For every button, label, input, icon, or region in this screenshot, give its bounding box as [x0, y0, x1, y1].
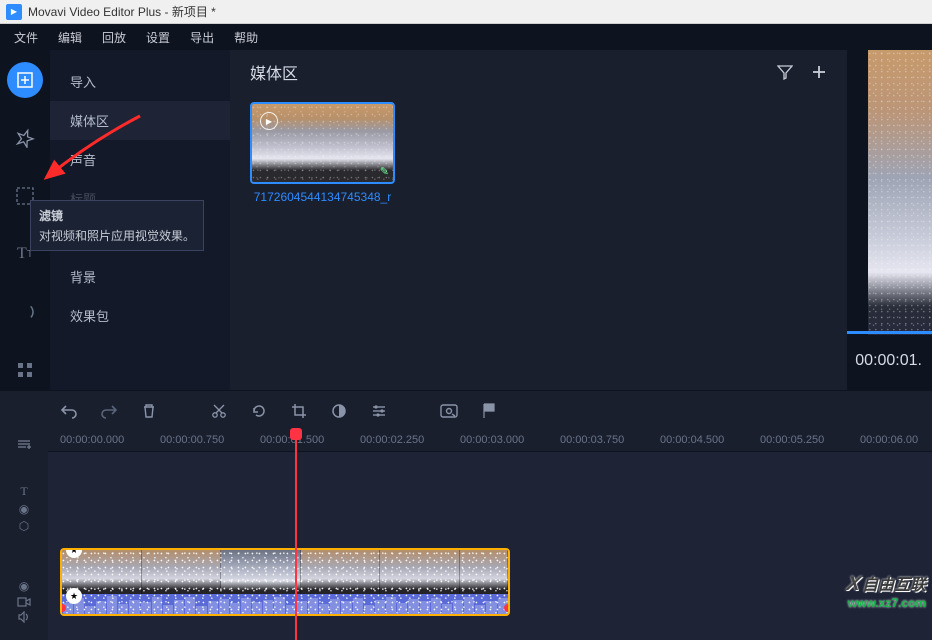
media-zone: 媒体区 ▶ ✎ 7172604544134745348_r: [230, 50, 847, 390]
sidebar-item-audio[interactable]: 声音: [50, 140, 230, 179]
ruler-tick: 00:00:00.000: [60, 434, 124, 446]
crop-button[interactable]: [282, 394, 316, 428]
video-track-icon[interactable]: [17, 596, 31, 608]
ruler-tick: 00:00:03.750: [560, 434, 624, 446]
media-thumbnail[interactable]: ▶ ✎ 7172604544134745348_r: [250, 102, 395, 204]
link-icon[interactable]: ⬡: [19, 519, 29, 533]
tooltip-filters: 滤镜 对视频和照片应用视觉效果。: [30, 200, 204, 251]
sidebar-item-import[interactable]: 导入: [50, 62, 230, 101]
preview-progress[interactable]: [847, 331, 932, 334]
text-track-icon[interactable]: T: [20, 484, 27, 499]
timeline-gutter: T ◉ ⬡ ◉: [0, 430, 48, 640]
ruler-tick: 00:00:05.250: [760, 434, 824, 446]
marker-button[interactable]: [472, 394, 506, 428]
timeline-ruler[interactable]: 00:00:00.000 00:00:00.750 00:00:01.500 0…: [48, 430, 932, 452]
add-track-icon[interactable]: [16, 438, 32, 450]
rail-filters-button[interactable]: [7, 120, 43, 156]
menu-playback[interactable]: 回放: [92, 25, 136, 50]
video-clip[interactable]: ★ ★: [60, 548, 510, 616]
adjust-button[interactable]: [362, 394, 396, 428]
audio-track-icon[interactable]: [18, 611, 30, 623]
filter-icon[interactable]: [777, 64, 793, 80]
timeline-toolbar: [0, 390, 932, 430]
undo-button[interactable]: [52, 394, 86, 428]
eye-icon[interactable]: ◉: [19, 502, 29, 516]
media-title: 媒体区: [250, 60, 298, 84]
timeline: T ◉ ⬡ ◉ 00:00:00.000 00:00:00.750 00:00:…: [0, 430, 932, 640]
menu-help[interactable]: 帮助: [224, 25, 268, 50]
preview-panel: 00:00:01.: [847, 50, 932, 390]
plus-icon[interactable]: [811, 64, 827, 80]
sidebar-item-effects[interactable]: 效果包: [50, 296, 230, 335]
tooltip-title: 滤镜: [39, 207, 195, 224]
tracks-area[interactable]: ★ ★: [48, 452, 932, 640]
cut-button[interactable]: [202, 394, 236, 428]
play-icon: ▶: [260, 112, 278, 130]
redo-button[interactable]: [92, 394, 126, 428]
menu-file[interactable]: 文件: [4, 25, 48, 50]
preview-screen[interactable]: [868, 50, 932, 335]
rotate-button[interactable]: [242, 394, 276, 428]
thumbnail-name: 7172604544134745348_r: [250, 190, 395, 204]
record-button[interactable]: [432, 394, 466, 428]
preview-timecode: 00:00:01.: [855, 352, 922, 370]
delete-button[interactable]: [132, 394, 166, 428]
ruler-tick: 00:00:02.250: [360, 434, 424, 446]
app-icon: ▶: [6, 4, 22, 20]
sidebar-item-backgrounds[interactable]: 背景: [50, 257, 230, 296]
menu-bar: 文件 编辑 回放 设置 导出 帮助: [0, 24, 932, 50]
ruler-tick: 00:00:04.500: [660, 434, 724, 446]
rail-add-button[interactable]: [7, 62, 43, 98]
timeline-body[interactable]: 00:00:00.000 00:00:00.750 00:00:01.500 0…: [48, 430, 932, 640]
menu-settings[interactable]: 设置: [136, 25, 180, 50]
clip-handle-right[interactable]: [504, 604, 510, 612]
ruler-tick: 00:00:03.000: [460, 434, 524, 446]
clip-star-icon[interactable]: ★: [66, 588, 82, 604]
rail-apps-button[interactable]: [7, 352, 43, 388]
media-header: 媒体区: [250, 60, 827, 84]
playhead[interactable]: [295, 430, 297, 640]
window-title: Movavi Video Editor Plus - 新项目 *: [28, 3, 216, 20]
sidebar-item-media[interactable]: 媒体区: [50, 101, 230, 140]
menu-export[interactable]: 导出: [180, 25, 224, 50]
ruler-tick: 00:00:00.750: [160, 434, 224, 446]
title-bar: ▶ Movavi Video Editor Plus - 新项目 *: [0, 0, 932, 24]
checkmark-icon: ✎: [380, 165, 389, 178]
video-track-eye-icon[interactable]: ◉: [19, 579, 29, 593]
rail-transition-button[interactable]: [7, 294, 43, 330]
ruler-tick: 00:00:06.00: [860, 434, 918, 446]
main-area: TT 导入 媒体区 声音 标题 贴纸 背景 效果包 滤镜 对视频和照片应用视觉效…: [0, 50, 932, 390]
menu-edit[interactable]: 编辑: [48, 25, 92, 50]
tooltip-body: 对视频和照片应用视觉效果。: [39, 227, 195, 244]
contrast-button[interactable]: [322, 394, 356, 428]
